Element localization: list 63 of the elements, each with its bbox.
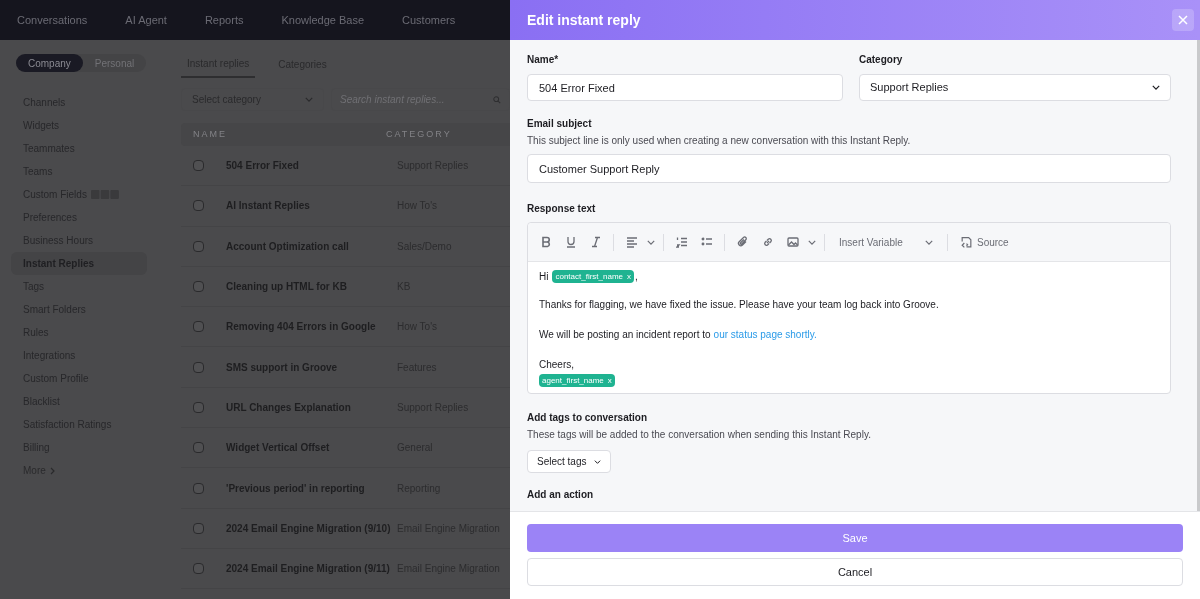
- nav-link[interactable]: Knowledge Base: [281, 11, 364, 29]
- status-page-link[interactable]: our status page shortly.: [713, 327, 817, 342]
- bullet-list-icon: [700, 236, 713, 248]
- table-header: NAME CATEGORY: [181, 123, 510, 146]
- nav-link[interactable]: AI Agent: [125, 11, 167, 29]
- source-button[interactable]: Source: [960, 234, 1009, 250]
- help-text: These tags will be added to the conversation when sending this Instant Reply.: [527, 428, 871, 442]
- row-checkbox[interactable]: [193, 240, 204, 252]
- nav-link[interactable]: Reports: [204, 11, 244, 29]
- chevron-down-icon: [305, 97, 313, 102]
- image-icon: [786, 236, 799, 248]
- numbered-list-icon: [675, 236, 688, 248]
- row-checkbox[interactable]: [193, 281, 204, 293]
- save-button[interactable]: Save: [527, 524, 1183, 552]
- search-icon: [493, 95, 501, 104]
- code-file-icon: [960, 235, 973, 249]
- subject-input[interactable]: Customer Support Reply: [527, 154, 1171, 183]
- row-checkbox[interactable]: [193, 401, 204, 413]
- underline-icon: [564, 236, 577, 248]
- category-dropdown[interactable]: Support Replies: [859, 74, 1171, 101]
- align-left-icon: [625, 236, 638, 248]
- bold-icon: [539, 236, 552, 248]
- row-checkbox[interactable]: [193, 361, 204, 373]
- chevron-down-icon: [647, 239, 655, 245]
- field-label: Email subject: [527, 117, 593, 131]
- row-checkbox[interactable]: [193, 482, 204, 494]
- body-text: Hi: [539, 270, 549, 284]
- close-button[interactable]: [1172, 9, 1194, 31]
- nav-link[interactable]: Conversations: [17, 11, 88, 29]
- italic-icon: [589, 236, 602, 248]
- row-checkbox[interactable]: [193, 442, 204, 454]
- chevron-down-icon: [925, 239, 933, 245]
- scope-tab[interactable]: Company: [16, 54, 83, 72]
- body-text: ,: [635, 270, 638, 284]
- row-checkbox[interactable]: [193, 321, 204, 333]
- chevron-down-icon: [808, 239, 816, 245]
- field-label: Add an action: [527, 488, 595, 502]
- row-checkbox[interactable]: [193, 160, 204, 172]
- field-label: Add tags to conversation: [527, 411, 647, 425]
- chevron-down-icon: [594, 459, 602, 464]
- dialog-title: Edit instant reply: [527, 10, 641, 30]
- body-text: Thanks for flagging, we have fixed the issue. Please have your team log back into Groove.: [539, 298, 940, 312]
- variable-tag[interactable]: agent_first_name x: [539, 374, 615, 387]
- chevron-right-icon: [49, 466, 55, 475]
- row-checkbox[interactable]: [193, 563, 204, 575]
- chevron-down-icon: [1152, 85, 1160, 90]
- variable-tag[interactable]: contact_first_name x: [552, 270, 635, 283]
- row-checkbox[interactable]: [193, 522, 204, 534]
- body-text: Cheers,: [539, 358, 575, 372]
- paperclip-icon: [736, 236, 749, 248]
- insert-variable-dropdown[interactable]: Insert Variable: [833, 231, 939, 253]
- help-text: This subject line is only used when creating a new conversation with this Instant Reply.: [527, 134, 912, 148]
- field-label: Name*: [527, 53, 560, 67]
- field-label: Category: [859, 53, 904, 67]
- link-icon: [761, 236, 774, 248]
- name-input[interactable]: 504 Error Fixed: [527, 74, 843, 101]
- select-tags-button[interactable]: Select tags: [527, 450, 612, 473]
- cancel-button[interactable]: Cancel: [527, 558, 1183, 586]
- close-icon: [1178, 15, 1188, 25]
- row-checkbox[interactable]: [193, 200, 204, 212]
- field-label: Response text: [527, 202, 597, 216]
- body-text: We will be posting an incident report to: [539, 328, 711, 342]
- nav-link[interactable]: Customers: [402, 11, 456, 29]
